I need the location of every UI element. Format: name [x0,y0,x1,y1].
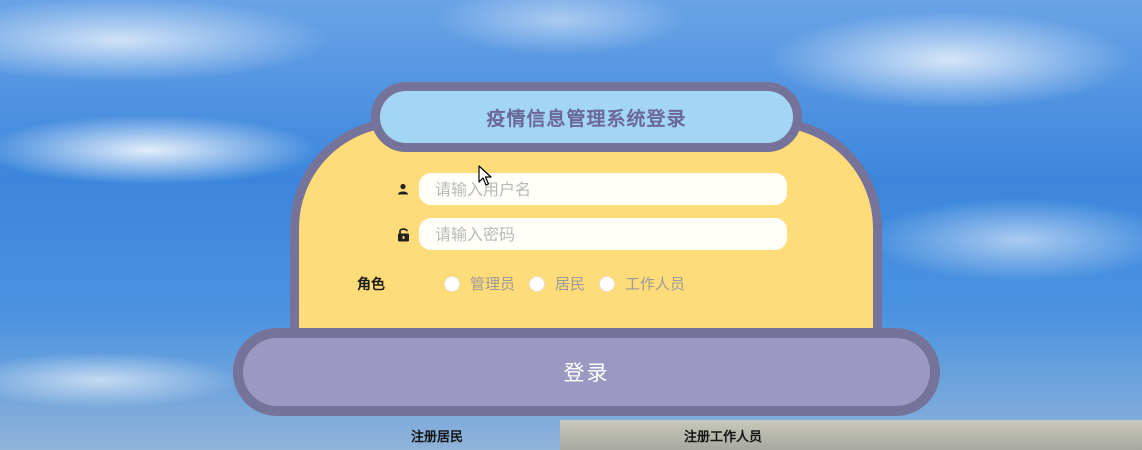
role-option-label: 管理员 [470,275,516,293]
radio-button[interactable] [599,275,616,292]
building-roof-background [560,420,1142,450]
register-resident-link[interactable]: 注册居民 [411,426,463,445]
role-option-label: 工作人员 [625,275,686,293]
password-row [395,217,787,251]
radio-button[interactable] [444,275,460,292]
register-staff-link[interactable]: 注册工作人员 [684,426,762,445]
role-option-label: 居民 [555,275,586,293]
password-input[interactable] [419,218,787,250]
user-icon [395,181,411,197]
radio-button[interactable] [529,275,546,292]
login-button-label: 登录 [563,361,610,385]
role-option-resident[interactable]: 居民 [529,273,585,294]
login-title-banner: 疫情信息管理系统登录 [371,82,802,152]
role-option-staff[interactable]: 工作人员 [599,273,685,294]
role-radio-group: 管理员 居民 工作人员 [444,273,699,294]
page-title: 疫情信息管理系统登录 [486,107,687,130]
login-button[interactable]: 登录 [233,328,940,416]
role-label: 角色 [357,277,385,293]
mouse-pointer-icon [478,165,492,191]
role-option-admin[interactable]: 管理员 [444,273,515,294]
username-input[interactable] [419,173,787,205]
username-row [395,172,787,206]
lock-icon [395,226,411,242]
